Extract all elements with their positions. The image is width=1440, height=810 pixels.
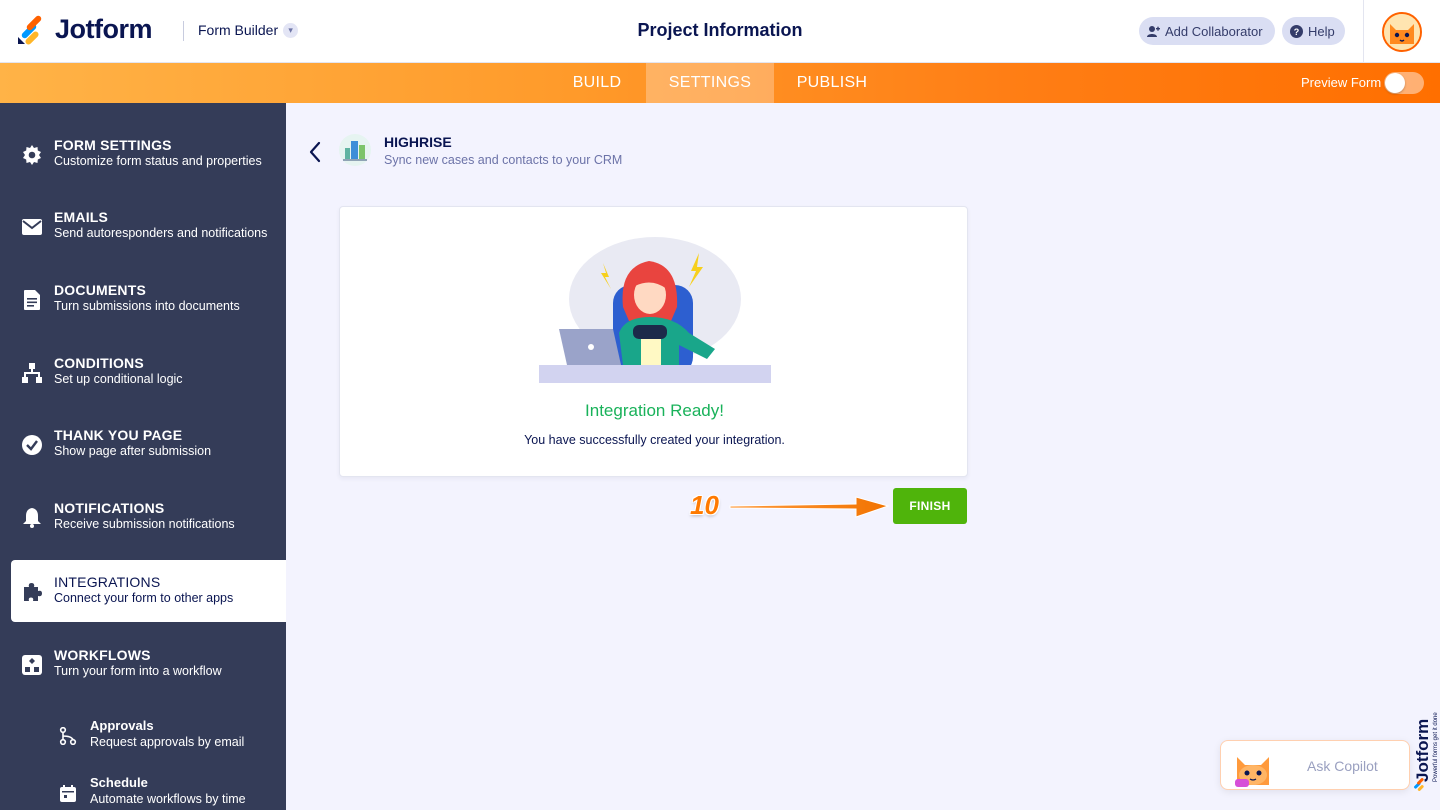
approval-flow-icon	[58, 726, 78, 746]
arrow-right-icon	[728, 494, 890, 520]
sidebar-item-workflows[interactable]: WORKFLOWS Turn your form into a workflow	[0, 633, 286, 695]
sidebar-item-title: CONDITIONS	[54, 355, 144, 371]
preview-form-toggle[interactable]	[1384, 72, 1424, 94]
tab-build[interactable]: BUILD	[556, 63, 638, 103]
ask-copilot-label: Ask Copilot	[1307, 758, 1378, 774]
form-builder-dropdown[interactable]: Form Builder ▾	[198, 22, 299, 38]
sidebar-subitem-desc: Request approvals by email	[90, 735, 245, 749]
bell-icon	[21, 507, 43, 529]
header-divider	[183, 21, 184, 41]
add-user-icon	[1147, 25, 1160, 37]
sidebar-item-title: INTEGRATIONS	[54, 574, 161, 590]
preview-form-label: Preview Form	[1301, 75, 1382, 90]
sidebar-subitem-desc: Automate workflows by time	[90, 792, 246, 806]
integration-ready-description: You have successfully created your integ…	[524, 433, 785, 447]
sidebar-item-desc: Connect your form to other apps	[54, 591, 234, 605]
help-label: Help	[1308, 23, 1335, 39]
integration-ready-title: Integration Ready!	[585, 401, 724, 420]
sidebar-item-title: DOCUMENTS	[54, 282, 147, 298]
sidebar-item-form-settings[interactable]: FORM SETTINGS Customize form status and …	[0, 123, 286, 185]
sidebar-item-title: WORKFLOWS	[54, 647, 151, 663]
sidebar-item-title: NOTIFICATIONS	[54, 500, 165, 516]
sidebar-item-desc: Customize form status and properties	[54, 154, 262, 168]
form-builder-label: Form Builder	[198, 22, 279, 38]
puzzle-icon	[21, 581, 43, 603]
tab-publish[interactable]: PUBLISH	[786, 63, 878, 103]
success-illustration	[539, 237, 771, 387]
ask-copilot-button[interactable]: Ask Copilot	[1220, 740, 1410, 790]
builder-nav: BUILD SETTINGS PUBLISH Preview Form	[0, 63, 1440, 103]
toggle-knob	[1385, 73, 1405, 93]
sidebar-item-emails[interactable]: EMAILS Send autoresponders and notificat…	[0, 195, 286, 257]
document-icon	[21, 289, 43, 311]
logo-text: Jotform	[55, 14, 153, 44]
sidebar-subitem-title: Schedule	[90, 775, 148, 790]
sidebar-subitem-title: Approvals	[90, 718, 154, 733]
sidebar-item-desc: Turn your form into a workflow	[54, 664, 222, 678]
cat-avatar-icon	[1384, 14, 1420, 50]
integration-name: HIGHRISE	[384, 134, 452, 150]
sidebar-item-conditions[interactable]: CONDITIONS Set up conditional logic	[0, 341, 286, 403]
copilot-cat-icon	[1231, 745, 1275, 789]
integration-description: Sync new cases and contacts to your CRM	[384, 153, 623, 167]
sidebar-item-thank-you-page[interactable]: THANK YOU PAGE Show page after submissio…	[0, 413, 286, 475]
add-collaborator-button[interactable]: Add Collaborator	[1139, 17, 1275, 45]
svg-text:Powerful forms get it done: Powerful forms get it done	[1433, 712, 1439, 782]
question-icon: ?	[1290, 24, 1303, 38]
add-collaborator-label: Add Collaborator	[1165, 23, 1263, 39]
sidebar-item-desc: Receive submission notifications	[54, 517, 235, 531]
finish-button[interactable]: FINISH	[893, 488, 967, 524]
envelope-icon	[21, 216, 43, 238]
sidebar-subitem-schedule[interactable]: Schedule Automate workflows by time	[0, 767, 286, 810]
back-button[interactable]	[305, 139, 325, 165]
check-circle-icon	[21, 434, 43, 456]
chevron-down-icon: ▾	[283, 22, 299, 38]
integration-status-card: Integration Ready! You have successfully…	[339, 206, 968, 477]
settings-sidebar: FORM SETTINGS Customize form status and …	[0, 103, 286, 810]
help-button[interactable]: ? Help	[1282, 17, 1345, 45]
sidebar-item-notifications[interactable]: NOTIFICATIONS Receive submission notific…	[0, 486, 286, 548]
jotform-vertical-logo: Jotform Powerful forms get it done	[1410, 690, 1440, 795]
sidebar-item-desc: Send autoresponders and notifications	[54, 226, 268, 240]
sidebar-item-title: THANK YOU PAGE	[54, 427, 183, 443]
tab-settings[interactable]: SETTINGS	[646, 63, 774, 103]
workflow-icon	[21, 654, 43, 676]
sidebar-item-desc: Set up conditional logic	[54, 372, 183, 386]
jotform-logo-icon	[17, 15, 45, 45]
gear-icon	[21, 144, 43, 166]
user-avatar[interactable]	[1382, 12, 1422, 52]
chevron-left-icon	[309, 141, 321, 163]
sidebar-item-title: FORM SETTINGS	[54, 137, 172, 153]
sidebar-item-documents[interactable]: DOCUMENTS Turn submissions into document…	[0, 268, 286, 330]
sidebar-subitem-approvals[interactable]: Approvals Request approvals by email	[0, 710, 286, 760]
top-header: Jotform Form Builder ▾ Project Informati…	[0, 0, 1440, 63]
svg-text:?: ?	[1294, 27, 1300, 37]
highrise-logo-icon	[339, 134, 371, 166]
sidebar-item-desc: Turn submissions into documents	[54, 299, 240, 313]
svg-text:Jotform: Jotform	[1413, 719, 1432, 782]
calendar-icon	[58, 783, 78, 803]
jotform-logo[interactable]: Jotform	[17, 14, 153, 45]
hierarchy-icon	[21, 362, 43, 384]
step-number-annotation: 10	[690, 490, 719, 520]
sidebar-item-title: EMAILS	[54, 209, 109, 225]
sidebar-item-desc: Show page after submission	[54, 444, 212, 458]
header-divider-right	[1363, 0, 1364, 63]
sidebar-item-integrations[interactable]: INTEGRATIONS Connect your form to other …	[11, 560, 286, 622]
